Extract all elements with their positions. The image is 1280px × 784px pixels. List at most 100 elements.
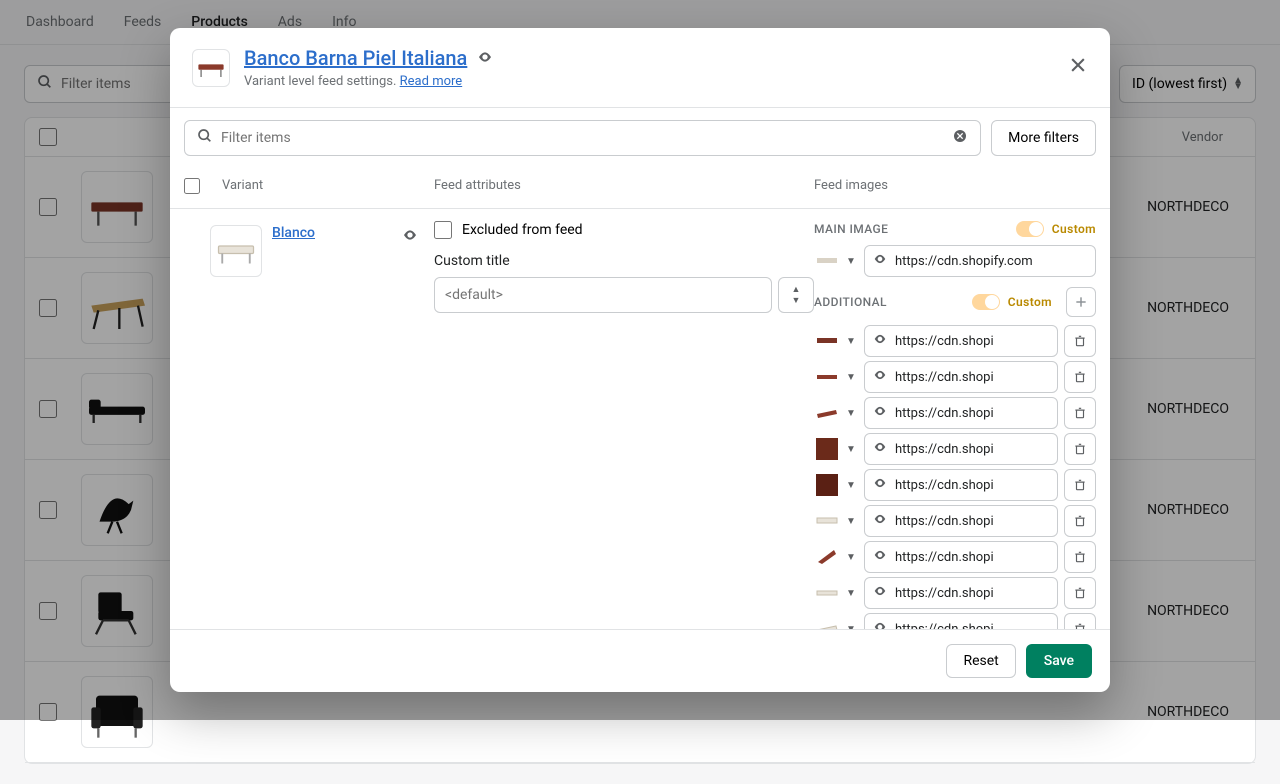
image-thumb[interactable] [814, 508, 840, 534]
delete-image-button[interactable] [1064, 505, 1096, 537]
clear-filter-icon[interactable] [952, 128, 968, 148]
image-thumb[interactable] [814, 328, 840, 354]
product-thumb [192, 49, 230, 87]
image-url-box[interactable]: https://cdn.shopi [864, 577, 1058, 609]
url-text: https://cdn.shopi [895, 334, 994, 349]
eye-icon [873, 332, 887, 350]
image-thumb[interactable] [814, 472, 840, 498]
url-text: https://cdn.shopi [895, 478, 994, 493]
additional-image-row: ▼ https://cdn.shopi [814, 577, 1096, 609]
image-url-box[interactable]: https://cdn.shopi [864, 541, 1058, 573]
eye-icon [873, 404, 887, 422]
variant-modal: Banco Barna Piel Italiana Variant level … [170, 28, 1110, 692]
eye-icon [873, 512, 887, 530]
main-url-text: https://cdn.shopify.com [895, 254, 1033, 269]
eye-icon [873, 368, 887, 386]
readmore-link[interactable]: Read more [400, 74, 463, 89]
image-thumb[interactable] [814, 616, 840, 629]
image-url-box[interactable]: https://cdn.shopi [864, 469, 1058, 501]
url-text: https://cdn.shopi [895, 550, 994, 565]
delete-image-button[interactable] [1064, 397, 1096, 429]
additional-custom-label: Custom [1008, 295, 1052, 309]
thumb-dd-icon[interactable]: ▼ [846, 408, 858, 419]
delete-image-button[interactable] [1064, 541, 1096, 573]
thumb-dd-icon[interactable]: ▼ [846, 516, 858, 527]
delete-image-button[interactable] [1064, 361, 1096, 393]
visibility-icon[interactable] [477, 50, 493, 69]
additional-image-row: ▼ https://cdn.shopi [814, 541, 1096, 573]
eye-icon [873, 440, 887, 458]
additional-image-row: ▼ https://cdn.shopi [814, 469, 1096, 501]
close-icon[interactable] [1068, 55, 1088, 81]
thumb-dd-icon[interactable]: ▼ [846, 372, 858, 383]
col-images-label: Feed images [814, 178, 1096, 198]
image-url-box[interactable]: https://cdn.shopi [864, 613, 1058, 629]
additional-image-row: ▼ https://cdn.shopi [814, 397, 1096, 429]
url-text: https://cdn.shopi [895, 370, 994, 385]
title-stepper[interactable]: ▲▼ [778, 277, 814, 313]
thumb-dd-icon[interactable]: ▼ [846, 444, 858, 455]
image-url-box[interactable]: https://cdn.shopi [864, 505, 1058, 537]
additional-image-row: ▼ https://cdn.shopi [814, 433, 1096, 465]
main-image-url[interactable]: https://cdn.shopify.com [864, 245, 1096, 277]
custom-title-label: Custom title [434, 253, 814, 269]
variant-visibility-icon[interactable] [402, 227, 418, 247]
variant-select-all[interactable] [184, 178, 200, 194]
thumb-dd-icon[interactable]: ▼ [846, 588, 858, 599]
col-variant-label: Variant [210, 178, 434, 198]
custom-title-input[interactable] [434, 277, 772, 313]
add-image-button[interactable] [1066, 287, 1096, 317]
image-thumb[interactable] [814, 400, 840, 426]
image-thumb[interactable] [814, 436, 840, 462]
delete-image-button[interactable] [1064, 325, 1096, 357]
eye-icon [873, 548, 887, 566]
main-image-label: MAIN IMAGE [814, 222, 888, 236]
url-text: https://cdn.shopi [895, 406, 994, 421]
save-button[interactable]: Save [1026, 644, 1092, 678]
additional-image-row: ▼ https://cdn.shopi [814, 613, 1096, 629]
image-url-box[interactable]: https://cdn.shopi [864, 397, 1058, 429]
excluded-checkbox[interactable] [434, 221, 452, 239]
image-url-box[interactable]: https://cdn.shopi [864, 361, 1058, 393]
image-thumb[interactable] [814, 544, 840, 570]
search-icon [197, 128, 213, 148]
url-text: https://cdn.shopi [895, 442, 994, 457]
col-attrs-label: Feed attributes [434, 178, 814, 198]
thumb-dd-icon[interactable]: ▼ [846, 552, 858, 563]
url-text: https://cdn.shopi [895, 622, 994, 630]
eye-icon [873, 476, 887, 494]
eye-icon [873, 584, 887, 602]
main-custom-label: Custom [1052, 222, 1096, 236]
main-thumb[interactable] [814, 248, 840, 274]
product-title-link[interactable]: Banco Barna Piel Italiana [244, 46, 467, 70]
additional-label: ADDITIONAL [814, 295, 887, 309]
url-text: https://cdn.shopi [895, 514, 994, 529]
additional-image-row: ▼ https://cdn.shopi [814, 361, 1096, 393]
variant-name-link[interactable]: Blanco [272, 225, 315, 241]
delete-image-button[interactable] [1064, 577, 1096, 609]
thumb-dd-icon[interactable]: ▼ [846, 480, 858, 491]
thumb-dd-icon[interactable]: ▼ [846, 624, 858, 630]
main-thumb-dd-icon[interactable]: ▼ [846, 256, 858, 267]
subtitle-text: Variant level feed settings. [244, 74, 396, 89]
delete-image-button[interactable] [1064, 613, 1096, 629]
image-thumb[interactable] [814, 580, 840, 606]
url-text: https://cdn.shopi [895, 586, 994, 601]
modal-filter-input[interactable] [221, 130, 952, 146]
additional-toggle[interactable] [972, 294, 1000, 310]
modal-filter-box[interactable] [184, 120, 981, 156]
image-url-box[interactable]: https://cdn.shopi [864, 325, 1058, 357]
additional-image-row: ▼ https://cdn.shopi [814, 505, 1096, 537]
more-filters-button[interactable]: More filters [991, 120, 1096, 156]
additional-image-row: ▼ https://cdn.shopi [814, 325, 1096, 357]
reset-button[interactable]: Reset [946, 644, 1015, 678]
main-image-toggle[interactable] [1016, 221, 1044, 237]
image-thumb[interactable] [814, 364, 840, 390]
eye-icon [873, 252, 887, 270]
excluded-label: Excluded from feed [462, 222, 583, 238]
thumb-dd-icon[interactable]: ▼ [846, 336, 858, 347]
eye-icon [873, 620, 887, 629]
delete-image-button[interactable] [1064, 433, 1096, 465]
image-url-box[interactable]: https://cdn.shopi [864, 433, 1058, 465]
delete-image-button[interactable] [1064, 469, 1096, 501]
